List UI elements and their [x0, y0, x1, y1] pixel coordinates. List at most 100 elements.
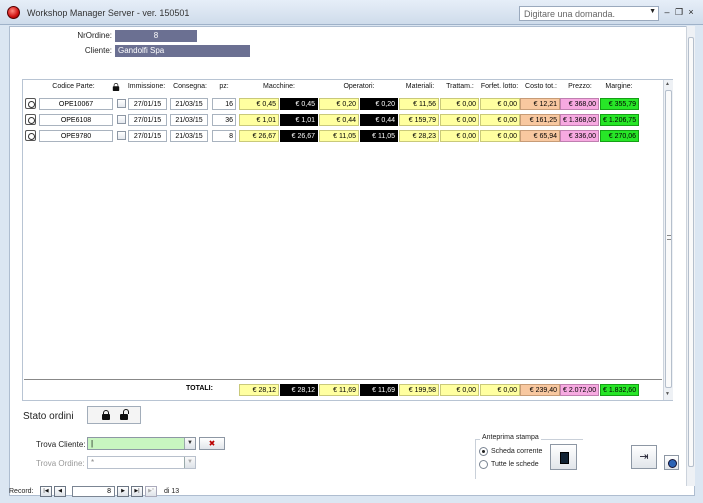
table-row-costo: € 65,94: [520, 130, 560, 142]
table-row-immissione[interactable]: 27/01/15: [128, 130, 167, 142]
record-count: di 13: [164, 488, 180, 495]
table-row-macchine-total: € 26,67: [280, 130, 318, 142]
table-row-forfet: € 0,00: [480, 114, 520, 126]
app-icon[interactable]: [7, 6, 20, 19]
table-row-macchine-total: € 0,45: [280, 98, 318, 110]
clear-filter-button[interactable]: ✖: [199, 437, 225, 450]
title-bar: Workshop Manager Server - ver. 150501 Di…: [0, 0, 703, 25]
open-row-button[interactable]: [25, 98, 36, 109]
scroll-down-icon[interactable]: ▼: [665, 391, 670, 397]
help-search-input[interactable]: Digitare una domanda. ▼: [519, 6, 659, 21]
current-record-input[interactable]: 8: [72, 486, 115, 497]
table-row-pz[interactable]: 8: [212, 130, 236, 142]
total-macchine-unit: € 28,12: [239, 384, 279, 396]
table-row-macchine-total: € 1,01: [280, 114, 318, 126]
totals-label: TOTALI:: [186, 385, 213, 392]
parts-grid: [22, 79, 673, 401]
table-row-consegna[interactable]: 21/03/15: [170, 114, 208, 126]
nr-ordine-field[interactable]: 8: [115, 30, 197, 42]
table-row-immissione[interactable]: 27/01/15: [128, 114, 167, 126]
table-row-codice[interactable]: OPE9780: [39, 130, 113, 142]
trova-cliente-label: Trova Cliente:: [36, 440, 86, 449]
exit-door-button[interactable]: ⇥: [631, 445, 657, 469]
radio-tutte-schede[interactable]: [479, 460, 488, 469]
row-lock-checkbox[interactable]: [117, 131, 126, 140]
table-row-codice[interactable]: OPE6108: [39, 114, 113, 126]
trova-ordine-label: Trova Ordine:: [36, 459, 85, 468]
lock-icon[interactable]: [102, 410, 110, 420]
next-record-button[interactable]: ▶: [117, 486, 129, 497]
stato-ordini-label: Stato ordini: [23, 411, 74, 422]
table-row-costo: € 161,25: [520, 114, 560, 126]
cliente-label: Cliente:: [84, 46, 112, 55]
grid-scrollbar[interactable]: ▲ ▼: [663, 80, 673, 400]
scroll-up-icon[interactable]: ▲: [665, 81, 670, 87]
table-row-trattam: € 0,00: [440, 130, 479, 142]
trova-cliente-combo[interactable]: | ▼: [87, 437, 196, 450]
col-macchine: Macchine:: [263, 83, 295, 90]
stato-ordini-toggle[interactable]: [87, 406, 141, 424]
table-row-prezzo: € 1.368,00: [560, 114, 599, 126]
table-row-operatori-total: € 0,44: [360, 114, 398, 126]
table-row-prezzo: € 368,00: [560, 98, 599, 110]
form-scrollbar[interactable]: [686, 26, 695, 486]
radio-scheda-corrente[interactable]: [479, 447, 488, 456]
close-button[interactable]: ×: [686, 7, 696, 17]
last-record-button[interactable]: ▶|: [131, 486, 143, 497]
table-row-pz[interactable]: 16: [212, 98, 236, 110]
trova-ordine-combo[interactable]: * ▼: [87, 456, 196, 469]
total-materiali: € 199,58: [399, 384, 439, 396]
form-scrollbar-thumb[interactable]: [688, 37, 694, 467]
table-row-consegna[interactable]: 21/03/15: [170, 130, 208, 142]
table-row-operatori-unit: € 0,44: [319, 114, 359, 126]
cliente-field[interactable]: Gandolfi Spa: [115, 45, 250, 57]
nr-ordine-label: NrOrdine:: [77, 31, 112, 40]
chevron-down-icon[interactable]: ▼: [184, 438, 195, 449]
row-lock-checkbox[interactable]: [117, 99, 126, 108]
minimize-button[interactable]: –: [662, 7, 672, 17]
col-prezzo: Prezzo:: [568, 83, 592, 90]
chevron-down-icon[interactable]: ▼: [649, 8, 656, 15]
total-operatori: € 11,69: [360, 384, 398, 396]
table-row-trattam: € 0,00: [440, 98, 479, 110]
col-operatori: Operatori:: [343, 83, 375, 90]
total-margine: € 1.832,60: [600, 384, 639, 396]
table-row-prezzo: € 336,00: [560, 130, 599, 142]
previous-record-button[interactable]: ◀: [54, 486, 66, 497]
table-row-operatori-total: € 11,05: [360, 130, 398, 142]
table-row-materiali: € 11,56: [399, 98, 439, 110]
table-row-pz[interactable]: 36: [212, 114, 236, 126]
col-pz: pz:: [219, 83, 229, 90]
table-row-codice[interactable]: OPE10067: [39, 98, 113, 110]
total-costo: € 239,40: [520, 384, 560, 396]
row-lock-checkbox[interactable]: [117, 115, 126, 124]
info-button[interactable]: [664, 455, 679, 470]
unlock-icon[interactable]: [120, 409, 129, 420]
col-costo: Costo tot.:: [525, 83, 557, 90]
col-trattam: Trattam.:: [446, 83, 474, 90]
grid-scrollbar-thumb[interactable]: [665, 90, 672, 388]
table-row-macchine-unit: € 1,01: [239, 114, 279, 126]
new-record-button[interactable]: ▶*: [145, 486, 157, 497]
table-row-materiali: € 28,23: [399, 130, 439, 142]
col-materiali: Materiali:: [405, 83, 435, 90]
chevron-down-icon[interactable]: ▼: [184, 457, 195, 468]
table-row-immissione[interactable]: 27/01/15: [128, 98, 167, 110]
table-row-costo: € 12,21: [520, 98, 560, 110]
total-trattam: € 0,00: [440, 384, 479, 396]
open-row-button[interactable]: [25, 114, 36, 125]
table-row-margine: € 270,06: [600, 130, 639, 142]
col-immissione: Immissione:: [127, 83, 166, 90]
print-preview-button[interactable]: [550, 444, 577, 470]
table-row-operatori-unit: € 11,05: [319, 130, 359, 142]
open-row-button[interactable]: [25, 130, 36, 141]
restore-button[interactable]: ❐: [674, 7, 684, 18]
table-row-operatori-total: € 0,20: [360, 98, 398, 110]
col-forfet: Forfet. lotto:: [480, 83, 519, 90]
table-row-consegna[interactable]: 21/03/15: [170, 98, 208, 110]
total-operatori-unit: € 11,69: [319, 384, 359, 396]
first-record-button[interactable]: |◀: [40, 486, 52, 497]
table-row-forfet: € 0,00: [480, 98, 520, 110]
trova-ordine-value: *: [91, 458, 95, 467]
table-row-margine: € 1.206,75: [600, 114, 639, 126]
